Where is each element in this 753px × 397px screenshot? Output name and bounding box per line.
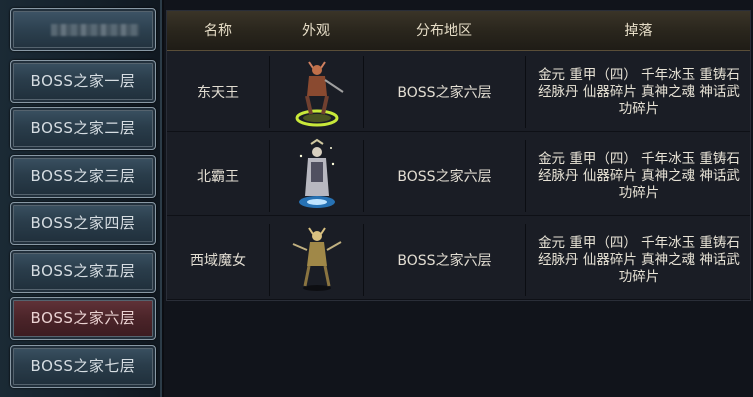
sidebar-item-floor-2[interactable]: BOSS之家二层 bbox=[10, 107, 156, 150]
boss-region: BOSS之家六层 bbox=[397, 85, 492, 101]
drop-line: 功碎片 bbox=[618, 268, 660, 285]
header-drops: 掉落 bbox=[624, 23, 653, 39]
header-region: 分布地区 bbox=[416, 23, 472, 39]
drop-line: 金元 重甲（四） 千年冰玉 重铸石 bbox=[538, 150, 740, 167]
boss-table: 名称 外观 分布地区 掉落 东天王 BOSS之家六层 金元 重甲（四） 千年冰玉… bbox=[166, 10, 751, 301]
boss-drops: 金元 重甲（四） 千年冰玉 重铸石 经脉丹 仙器碎片 真神之魂 神话武 功碎片 bbox=[526, 52, 752, 132]
table-row: 北霸王 BOSS之家六层 金元 重甲（四） 千年冰玉 重铸石 经脉丹 仙器碎片 … bbox=[167, 136, 750, 216]
boss-region: BOSS之家六层 bbox=[397, 253, 492, 269]
drop-line: 经脉丹 仙器碎片 真神之魂 神话武 bbox=[538, 83, 740, 100]
table-row: 西域魔女 BOSS之家六层 金元 重甲（四） 千年冰玉 重铸石 经脉丹 仙器碎片… bbox=[167, 220, 750, 300]
sidebar: BOSS之家一层 BOSS之家二层 BOSS之家三层 BOSS之家四层 BOSS… bbox=[0, 0, 162, 397]
boss-drops: 金元 重甲（四） 千年冰玉 重铸石 经脉丹 仙器碎片 真神之魂 神话武 功碎片 bbox=[526, 136, 752, 216]
boss-drops: 金元 重甲（四） 千年冰玉 重铸石 经脉丹 仙器碎片 真神之魂 神话武 功碎片 bbox=[526, 220, 752, 300]
table-header: 名称 外观 分布地区 掉落 bbox=[167, 11, 750, 51]
boss-figure-icon bbox=[270, 136, 363, 216]
boss-name: 东天王 bbox=[197, 85, 239, 101]
boss-figure-icon bbox=[270, 52, 363, 132]
header-name: 名称 bbox=[204, 23, 232, 39]
drop-line: 金元 重甲（四） 千年冰玉 重铸石 bbox=[538, 234, 740, 251]
drop-line: 经脉丹 仙器碎片 真神之魂 神话武 bbox=[538, 251, 740, 268]
sidebar-item-floor-7[interactable]: BOSS之家七层 bbox=[10, 345, 156, 388]
drop-line: 金元 重甲（四） 千年冰玉 重铸石 bbox=[538, 66, 740, 83]
sidebar-item-floor-4[interactable]: BOSS之家四层 bbox=[10, 202, 156, 245]
header-appearance: 外观 bbox=[302, 23, 330, 39]
drop-line: 功碎片 bbox=[618, 100, 660, 117]
boss-figure-icon bbox=[270, 220, 363, 300]
drop-line: 功碎片 bbox=[618, 184, 660, 201]
main-panel: 名称 外观 分布地区 掉落 东天王 BOSS之家六层 金元 重甲（四） 千年冰玉… bbox=[164, 0, 753, 397]
sidebar-item-floor-3[interactable]: BOSS之家三层 bbox=[10, 155, 156, 198]
sidebar-item-top[interactable] bbox=[10, 8, 156, 51]
boss-name: 北霸王 bbox=[197, 169, 239, 185]
table-row: 东天王 BOSS之家六层 金元 重甲（四） 千年冰玉 重铸石 经脉丹 仙器碎片 … bbox=[167, 52, 750, 132]
sidebar-item-floor-5[interactable]: BOSS之家五层 bbox=[10, 250, 156, 293]
blurred-label bbox=[51, 24, 139, 36]
boss-region: BOSS之家六层 bbox=[397, 169, 492, 185]
drop-line: 经脉丹 仙器碎片 真神之魂 神话武 bbox=[538, 167, 740, 184]
sidebar-item-floor-6[interactable]: BOSS之家六层 bbox=[10, 297, 156, 340]
sidebar-item-floor-1[interactable]: BOSS之家一层 bbox=[10, 60, 156, 103]
boss-name: 西域魔女 bbox=[190, 253, 246, 269]
